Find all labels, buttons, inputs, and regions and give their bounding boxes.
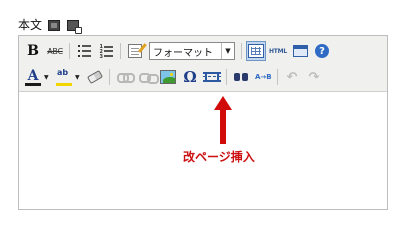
highlight-icon [56,68,72,86]
callout-arrow [214,96,232,144]
preview-window-icon [292,45,308,57]
toolbar-separator [226,69,227,85]
undo-button[interactable]: ↶ [282,67,302,87]
image-icon [160,70,176,84]
toolbar-separator [241,43,242,59]
redo-icon: ↷ [308,69,320,85]
replace-icon: A→B [255,72,272,81]
bold-button[interactable]: B [23,41,43,61]
rich-text-editor: B ABC 1 2 3 フォーマット ▼ HTML ? A ▼ ab ▼ Ω A… [18,35,388,210]
numbered-list-icon: 1 2 3 [99,45,113,60]
help-button[interactable]: ? [312,41,332,61]
html-icon: HTML [268,47,288,55]
format-select[interactable]: フォーマット ▼ [149,42,235,60]
binoculars-icon [233,71,249,83]
redo-button[interactable]: ↷ [304,67,324,87]
bullet-list-icon [77,45,91,57]
chevron-down-icon[interactable]: ▼ [221,43,234,59]
edit-pencil-icon [128,44,142,58]
strikethrough-icon: ABC [47,46,63,56]
link-icon [117,73,135,83]
html-source-button[interactable]: HTML [268,41,288,61]
editor-toolbar: B ABC 1 2 3 フォーマット ▼ HTML ? A ▼ ab ▼ Ω A… [19,36,387,92]
bold-icon: B [27,43,39,59]
undo-icon: ↶ [286,69,298,85]
toolbar-separator [109,69,110,85]
table-button[interactable] [246,41,266,61]
insert-image-button[interactable] [158,67,178,87]
omega-icon: Ω [183,68,197,86]
table-icon [248,44,264,58]
font-color-button[interactable]: A [23,67,43,87]
page-break-button[interactable] [202,67,222,87]
font-color-icon: A [25,68,41,86]
replace-button[interactable]: A→B [253,67,273,87]
toolbar-row-1: B ABC 1 2 3 フォーマット ▼ HTML ? [23,40,334,62]
clear-format-button[interactable] [85,67,105,87]
page-break-icon [203,69,221,85]
format-select-value: フォーマット [153,47,213,59]
preview-button[interactable] [290,41,310,61]
strikethrough-button[interactable]: ABC [45,41,65,61]
eraser-icon [86,70,104,84]
toolbar-row-2: A ▼ ▼ Ω [23,66,326,88]
special-character-button[interactable]: Ω [180,67,200,87]
toolbar-separator [277,69,278,85]
help-icon: ? [315,44,329,58]
find-button[interactable] [231,67,251,87]
list-number: 3 [99,54,103,60]
chevron-down-icon[interactable]: ▼ [44,74,51,81]
chevron-down-icon[interactable]: ▼ [75,74,82,81]
callout-label: 改ページ挿入 [183,150,255,164]
numbered-list-button[interactable]: 1 2 3 [96,41,116,61]
field-label: 本文 [18,18,43,32]
bullet-list-button[interactable] [74,41,94,61]
unlink-icon [139,73,159,84]
edit-button[interactable] [125,41,145,61]
toolbar-separator [120,43,121,59]
remove-link-button[interactable] [136,67,159,87]
highlight-color-button[interactable] [54,67,74,87]
editor-header: 本文 [18,16,86,34]
toolbar-separator [69,43,70,59]
fullscreen-mode-icon[interactable] [48,19,61,31]
popup-mode-icon[interactable] [67,19,83,34]
insert-link-button[interactable] [114,67,135,87]
